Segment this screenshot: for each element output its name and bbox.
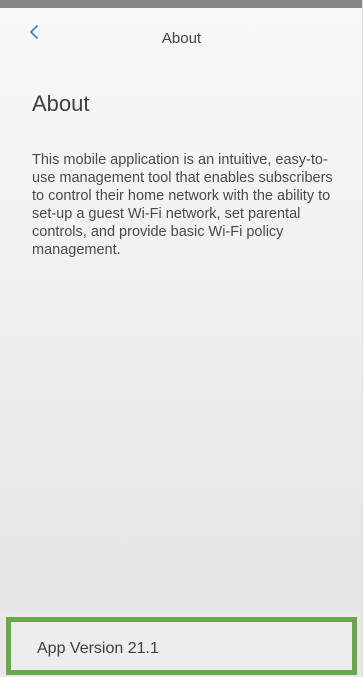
about-screen: About About This mobile application is a…	[0, 0, 363, 677]
nav-title: About	[161, 30, 202, 47]
app-version-label: App Version 21.1	[37, 640, 159, 657]
app-version-panel: App Version 21.1	[6, 617, 357, 675]
background-fade	[0, 320, 362, 610]
page-title: About	[32, 91, 90, 116]
navigation-bar: About	[0, 8, 362, 60]
about-description: This mobile application is an intuitive,…	[32, 152, 333, 258]
top-divider	[0, 0, 362, 8]
